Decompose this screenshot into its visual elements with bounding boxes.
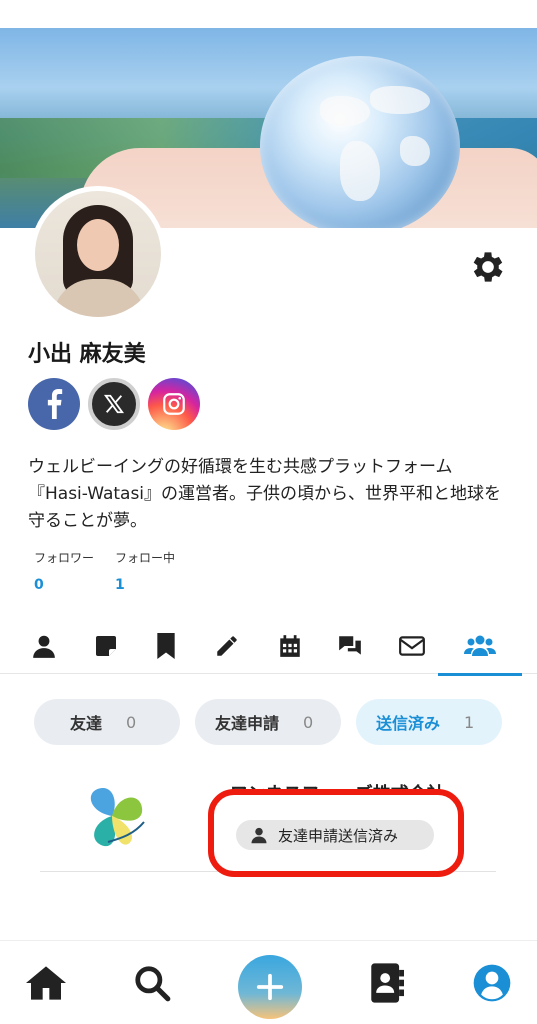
followers-count[interactable]: 0 [34, 577, 44, 593]
avatar-photo [35, 191, 161, 317]
followers-label[interactable]: フォロワー [34, 549, 94, 566]
add-icon [256, 973, 284, 1001]
filter-requests[interactable]: 友達申請 0 [195, 699, 341, 745]
filter-friends-count: 0 [126, 712, 137, 732]
tab-profile[interactable] [16, 618, 72, 674]
filter-requests-label: 友達申請 [215, 714, 280, 733]
bottom-nav [0, 940, 537, 1024]
search-icon [135, 966, 171, 1002]
nav-search[interactable] [130, 961, 174, 1005]
instagram-icon[interactable] [148, 378, 200, 430]
filter-sent-label: 送信済み [376, 714, 441, 733]
nav-profile[interactable] [470, 961, 514, 1005]
following-count[interactable]: 1 [115, 577, 125, 593]
profile-icon [473, 964, 511, 1002]
filter-friends-label: 友達 [70, 714, 103, 733]
x-icon[interactable] [88, 378, 140, 430]
gear-icon[interactable] [468, 247, 508, 287]
add-button[interactable] [238, 955, 302, 1019]
calendar-icon [280, 635, 300, 657]
home-icon [26, 966, 66, 1000]
mail-icon [399, 636, 425, 656]
filter-requests-count: 0 [303, 712, 314, 732]
avatar[interactable] [30, 186, 166, 322]
tab-messages[interactable] [322, 618, 378, 674]
user-icon [33, 635, 55, 658]
tab-notes[interactable] [78, 618, 134, 674]
tab-friends[interactable] [438, 618, 522, 676]
contacts-icon [371, 963, 404, 1003]
org-logo [90, 787, 145, 847]
tab-bookmarks[interactable] [138, 618, 194, 674]
nav-contacts[interactable] [364, 961, 408, 1005]
note-icon [96, 636, 116, 656]
profile-name: 小出 麻友美 [28, 342, 146, 367]
following-label[interactable]: フォロー中 [115, 549, 175, 566]
friends-icon [464, 635, 496, 656]
nav-home[interactable] [24, 961, 68, 1005]
cover-glass-globe [260, 56, 460, 228]
tab-posts[interactable] [199, 618, 255, 674]
filter-sent-count: 1 [464, 712, 475, 732]
pencil-icon [217, 636, 237, 656]
facebook-icon[interactable] [28, 378, 80, 430]
filter-friends[interactable]: 友達 0 [34, 699, 180, 745]
profile-tabs [0, 618, 537, 676]
bookmark-icon [157, 633, 175, 659]
tab-mail[interactable] [384, 618, 440, 674]
highlight-annotation [208, 789, 464, 877]
chat-icon [339, 636, 361, 655]
profile-bio: ウェルビーイングの好循環を生む共感プラットフォーム『Hasi-Watasi』の運… [28, 457, 502, 531]
filter-sent[interactable]: 送信済み 1 [356, 699, 502, 745]
tab-events[interactable] [262, 618, 318, 674]
